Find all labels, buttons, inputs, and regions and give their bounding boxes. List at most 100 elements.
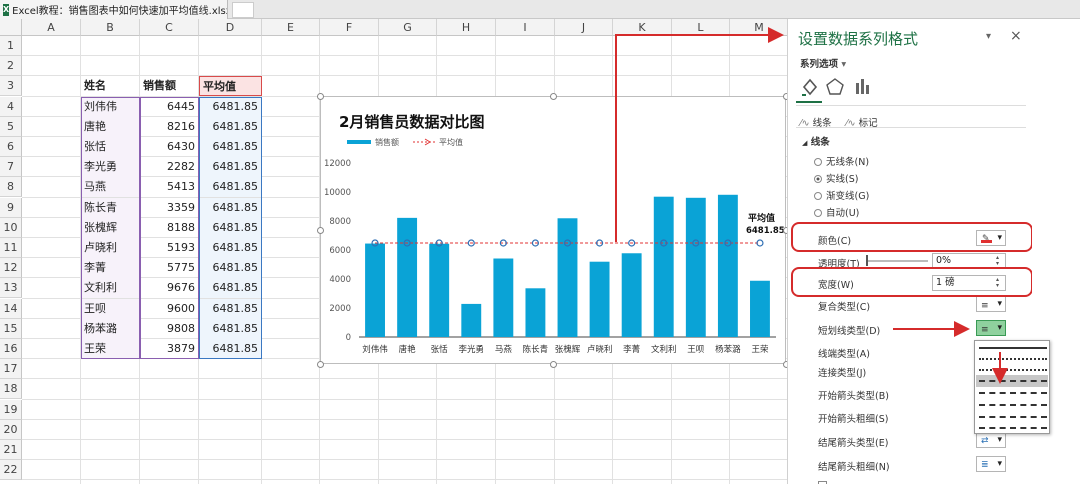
excel-window: X Excel教程：销售图表中如何快速加平均值线.xlsx * × ABCDEF… xyxy=(0,0,1080,484)
x-tick-label: 唐艳 xyxy=(399,344,417,355)
column-header[interactable]: E xyxy=(262,19,320,36)
bar-sales xyxy=(525,288,546,337)
chart-area[interactable]: 2月销售员数据对比图 销售额 平均值 0 2000 4000 6000 8000 10000 12… xyxy=(317,93,790,368)
bar-sales xyxy=(429,243,450,337)
dash-option-long-dash-dot-dot[interactable] xyxy=(979,427,1047,429)
resize-handle[interactable] xyxy=(317,227,324,234)
compound-type-dropdown[interactable]: ≡ ▾ xyxy=(976,296,1006,312)
radio-icon xyxy=(814,158,822,166)
column-header[interactable]: F xyxy=(320,19,379,36)
row-header[interactable]: 22 xyxy=(0,460,22,481)
row-header[interactable]: 20 xyxy=(0,419,22,440)
row-header[interactable]: 1 xyxy=(0,36,22,56)
dash-option-round-dot[interactable] xyxy=(979,358,1047,360)
x-tick-label: 张恬 xyxy=(431,344,449,355)
column-header[interactable]: J xyxy=(555,19,613,36)
dash-option-dash[interactable] xyxy=(979,380,1047,382)
row-header[interactable]: 17 xyxy=(0,359,22,380)
transparency-slider[interactable] xyxy=(866,260,928,262)
column-header[interactable]: I xyxy=(496,19,555,36)
row-header[interactable]: 12 xyxy=(0,258,22,279)
panel-options-dropdown-icon[interactable]: ▾ xyxy=(986,31,991,42)
dash-option-square-dot[interactable] xyxy=(979,369,1047,371)
radio-label: 实线(S) xyxy=(826,174,859,185)
arrow-icon: ⇄ xyxy=(981,436,989,446)
row-header[interactable]: 10 xyxy=(0,217,22,238)
x-tick-label: 李菁 xyxy=(623,344,641,355)
pentagon-effects-icon[interactable] xyxy=(826,78,844,95)
bar-chart[interactable]: 2月销售员数据对比图销售额 平均值020004000600080001000012… xyxy=(321,97,787,365)
new-tab-button[interactable] xyxy=(232,2,254,18)
radio-automatic[interactable]: 自动(U) xyxy=(814,205,859,219)
average-value-label: 6481.85 xyxy=(746,226,785,236)
row-header[interactable]: 2 xyxy=(0,56,22,77)
range-names-highlight xyxy=(81,96,140,360)
row-header[interactable]: 3 xyxy=(0,76,22,97)
legend-sales-label: 销售额 xyxy=(375,137,399,147)
series-options-dropdown[interactable]: 系列选项 ▾ xyxy=(800,56,846,70)
bar-sales xyxy=(461,303,482,337)
end-arrow-size-dropdown[interactable]: ≣ ▾ xyxy=(976,456,1006,472)
collapse-icon: ◢ xyxy=(802,139,808,147)
end-arrow-type-dropdown[interactable]: ⇄ ▾ xyxy=(976,432,1006,448)
row-header[interactable]: 21 xyxy=(0,440,22,460)
series-options-label: 系列选项 xyxy=(800,59,839,70)
row-header[interactable]: 14 xyxy=(0,298,22,319)
row-header[interactable]: 4 xyxy=(0,96,22,117)
paint-bucket-icon[interactable] xyxy=(802,78,818,96)
resize-handle[interactable] xyxy=(550,361,557,368)
resize-handle[interactable] xyxy=(317,361,324,368)
row-header[interactable]: 13 xyxy=(0,278,22,299)
row-header[interactable]: 6 xyxy=(0,137,22,157)
spinner-icon[interactable]: ▴ ▾ xyxy=(996,255,999,267)
row-header[interactable]: 11 xyxy=(0,238,22,258)
column-header[interactable]: L xyxy=(672,19,730,36)
resize-handle[interactable] xyxy=(550,93,557,100)
row-header[interactable]: 5 xyxy=(0,116,22,137)
column-header[interactable]: B xyxy=(81,19,140,36)
column-header[interactable]: M xyxy=(730,19,789,36)
dash-option-long-dash-dot[interactable] xyxy=(979,416,1047,418)
file-tab[interactable]: X Excel教程：销售图表中如何快速加平均值线.xlsx * × xyxy=(0,0,228,19)
line-section-header[interactable]: ◢ 线条 xyxy=(802,134,830,148)
select-all-corner[interactable] xyxy=(0,19,22,36)
bar-chart-options-icon[interactable] xyxy=(856,79,869,94)
row-header[interactable]: 16 xyxy=(0,339,22,359)
dash-lines-icon: ≡ xyxy=(981,325,989,335)
column-header[interactable]: K xyxy=(613,19,672,36)
column-header[interactable]: H xyxy=(437,19,496,36)
row-header[interactable]: 15 xyxy=(0,318,22,339)
radio-gradient-line[interactable]: 渐变线(G) xyxy=(814,188,869,202)
begin-arrow-type-label: 开始箭头类型(B) xyxy=(818,391,889,402)
range-average-highlight xyxy=(199,96,262,360)
legend-bar-swatch xyxy=(347,140,371,144)
panel-close-button[interactable]: × xyxy=(1010,28,1022,44)
column-header[interactable]: G xyxy=(379,19,437,36)
column-header[interactable]: C xyxy=(140,19,199,36)
lines-icon: ≡ xyxy=(981,301,989,311)
dash-option-dash-dot[interactable] xyxy=(979,392,1047,394)
radio-icon xyxy=(814,209,822,217)
dash-option-long-dash[interactable] xyxy=(979,404,1047,406)
x-tick-label: 王荣 xyxy=(751,344,769,355)
radio-no-line[interactable]: 无线条(N) xyxy=(814,154,869,168)
join-type-label: 连接类型(J) xyxy=(818,368,867,379)
row-header[interactable]: 7 xyxy=(0,157,22,178)
y-tick-label: 10000 xyxy=(324,188,351,198)
row-header[interactable]: 8 xyxy=(0,177,22,198)
bar-sales xyxy=(557,218,578,337)
dash-type-dropdown[interactable]: ≡ ▾ xyxy=(976,320,1006,336)
radio-solid-line[interactable]: 实线(S) xyxy=(814,171,858,185)
column-header[interactable]: A xyxy=(22,19,81,36)
column-header[interactable]: D xyxy=(199,19,262,36)
dash-type-menu[interactable] xyxy=(974,340,1050,434)
row-header[interactable]: 9 xyxy=(0,197,22,218)
dash-option-solid[interactable] xyxy=(979,347,1047,349)
bar-sales xyxy=(493,258,514,337)
end-arrow-type-label: 结尾箭头类型(E) xyxy=(818,438,889,449)
transparency-slider-thumb[interactable] xyxy=(866,255,868,266)
excel-icon: X xyxy=(3,3,10,16)
row-header[interactable]: 18 xyxy=(0,379,22,400)
resize-handle[interactable] xyxy=(317,93,324,100)
row-header[interactable]: 19 xyxy=(0,399,22,420)
